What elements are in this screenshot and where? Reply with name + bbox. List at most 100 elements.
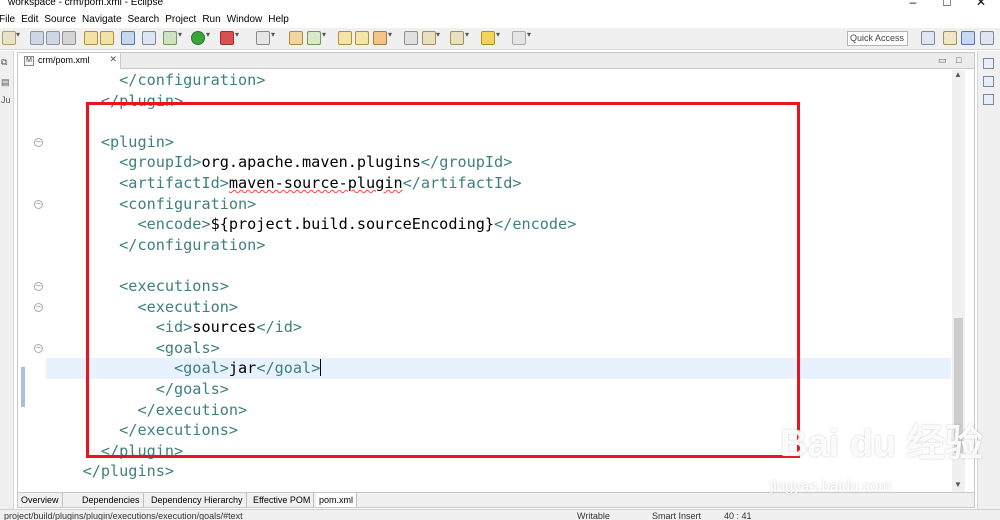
code-line[interactable]: </configuration> — [46, 70, 265, 91]
chevron-down-icon[interactable] — [322, 30, 329, 47]
minimize-editor-icon[interactable]: ▭ — [938, 55, 947, 66]
menu-project[interactable]: Project — [165, 14, 202, 25]
open-type-icon[interactable] — [84, 31, 98, 45]
debug-perspective-icon[interactable] — [980, 31, 994, 45]
close-icon[interactable]: ✕ — [109, 54, 117, 65]
code-line[interactable]: <plugin> — [46, 132, 174, 153]
menu-search[interactable]: Search — [128, 14, 166, 25]
menu-file[interactable]: File — [0, 14, 21, 25]
fold-toggle-icon[interactable]: – — [34, 302, 43, 312]
menu-window[interactable]: Window — [227, 14, 269, 25]
skip-breakpoints-icon[interactable] — [142, 31, 156, 45]
pin-icon[interactable] — [404, 31, 418, 45]
maximize-button[interactable]: □ — [936, 0, 958, 9]
code-line[interactable]: </plugins> — [46, 461, 174, 482]
editor-tab-pom[interactable]: M crm/pom.xml ✕ — [18, 53, 121, 69]
restore-icon[interactable] — [983, 58, 994, 69]
code-line[interactable]: </plugin> — [46, 91, 183, 112]
search-icon[interactable] — [256, 31, 270, 45]
code-line[interactable]: <configuration> — [46, 194, 256, 215]
scroll-thumb[interactable] — [954, 318, 963, 453]
code-line[interactable]: <id>sources</id> — [46, 317, 302, 338]
code-line[interactable]: </configuration> — [46, 235, 265, 256]
editor-ruler[interactable]: – – – – – — [18, 70, 46, 492]
next-annotation-icon[interactable] — [422, 31, 436, 45]
chevron-down-icon[interactable] — [235, 30, 242, 47]
tab-overview[interactable]: Overview — [18, 493, 63, 507]
menu-edit[interactable]: Edit — [21, 14, 44, 25]
code-line[interactable]: </execution> — [46, 400, 247, 421]
chevron-down-icon[interactable] — [465, 30, 472, 47]
chevron-down-icon[interactable] — [496, 30, 503, 47]
xml-text: org.apache.maven.plugins — [201, 153, 421, 172]
previous-annotation-icon[interactable] — [450, 31, 464, 45]
menu-source[interactable]: Source — [44, 14, 82, 25]
code-line[interactable]: </executions> — [46, 420, 238, 441]
back-icon[interactable] — [481, 31, 495, 45]
outline-icon[interactable] — [983, 76, 994, 87]
junit-icon[interactable]: Ju — [1, 95, 11, 105]
quick-access-input[interactable]: Quick Access — [847, 31, 908, 46]
open-perspective-icon[interactable] — [921, 31, 935, 45]
package-explorer-icon[interactable]: ▤ — [1, 77, 10, 88]
console-icon[interactable] — [121, 31, 135, 45]
tab-dependencies[interactable]: Dependencies — [79, 493, 144, 507]
open-folder-icon[interactable] — [338, 31, 352, 45]
xml-tag: </goals> — [155, 380, 229, 398]
menu-navigate[interactable]: Navigate — [82, 14, 127, 25]
scroll-up-icon[interactable]: ▲ — [954, 70, 962, 79]
code-line[interactable]: </goals> — [46, 379, 229, 400]
new-class-icon[interactable] — [307, 31, 321, 45]
print-icon[interactable] — [62, 31, 76, 45]
forward-icon[interactable] — [512, 31, 526, 45]
pen-icon[interactable] — [373, 31, 387, 45]
fold-toggle-icon[interactable]: – — [34, 282, 43, 291]
scroll-down-icon[interactable]: ▼ — [954, 480, 962, 489]
xml-tag: <id> — [155, 318, 193, 337]
chevron-down-icon[interactable] — [388, 30, 395, 47]
new-java-package-icon[interactable] — [289, 31, 303, 45]
chevron-down-icon[interactable] — [206, 30, 213, 47]
code-area[interactable]: </configuration> </plugin> <plugin> <gro… — [46, 70, 951, 492]
chevron-down-icon[interactable] — [271, 30, 278, 47]
tab-effective-pom[interactable]: Effective POM — [250, 493, 315, 507]
code-line[interactable]: </plugin> — [46, 441, 183, 462]
chevron-down-icon[interactable] — [16, 30, 23, 47]
fold-toggle-icon[interactable]: – — [34, 343, 43, 353]
java-ee-perspective-icon[interactable] — [943, 31, 957, 45]
java-perspective-icon[interactable] — [961, 31, 975, 45]
tab-pom-xml[interactable]: pom.xml — [316, 493, 358, 507]
chevron-down-icon[interactable] — [178, 30, 185, 47]
external-tools-icon[interactable] — [220, 31, 234, 45]
new-icon[interactable] — [2, 31, 16, 45]
code-line-current[interactable]: <goal>jar</goal> — [46, 358, 951, 380]
minimize-button[interactable]: – — [902, 0, 924, 9]
code-line[interactable]: <groupId>org.apache.maven.plugins</group… — [46, 152, 512, 173]
menu-run[interactable]: Run — [202, 14, 226, 25]
code-line[interactable]: <artifactId>maven-source-plugin</artifac… — [46, 173, 521, 194]
save-all-icon[interactable] — [46, 31, 60, 45]
code-line[interactable]: <execution> — [46, 297, 238, 318]
restore-icon[interactable]: ⧉ — [1, 57, 7, 68]
chevron-down-icon[interactable] — [436, 30, 443, 47]
open-task-icon[interactable] — [355, 31, 369, 45]
close-window-button[interactable]: ✕ — [970, 0, 992, 9]
fold-toggle-icon[interactable]: – — [34, 199, 43, 209]
fold-toggle-icon[interactable]: – — [34, 137, 43, 147]
code-line[interactable]: <goals> — [46, 338, 220, 359]
save-icon[interactable] — [30, 31, 44, 45]
run-icon[interactable] — [191, 31, 205, 45]
open-resource-icon[interactable] — [100, 31, 114, 45]
task-list-icon[interactable] — [983, 94, 994, 105]
chevron-down-icon[interactable] — [527, 30, 534, 47]
tab-dependency-hierarchy[interactable]: Dependency Hierarchy — [148, 493, 247, 507]
debug-icon[interactable] — [163, 31, 177, 45]
code-line[interactable]: <encode>${project.build.sourceEncoding}<… — [46, 214, 576, 235]
maximize-editor-icon[interactable]: □ — [956, 55, 961, 65]
menu-help[interactable]: Help — [268, 14, 295, 25]
editor-page-tabs: Overview Dependencies Dependency Hierarc… — [18, 492, 974, 507]
code-line[interactable]: <executions> — [46, 276, 229, 297]
vertical-scrollbar[interactable]: ▲ ▼ — [952, 70, 965, 492]
